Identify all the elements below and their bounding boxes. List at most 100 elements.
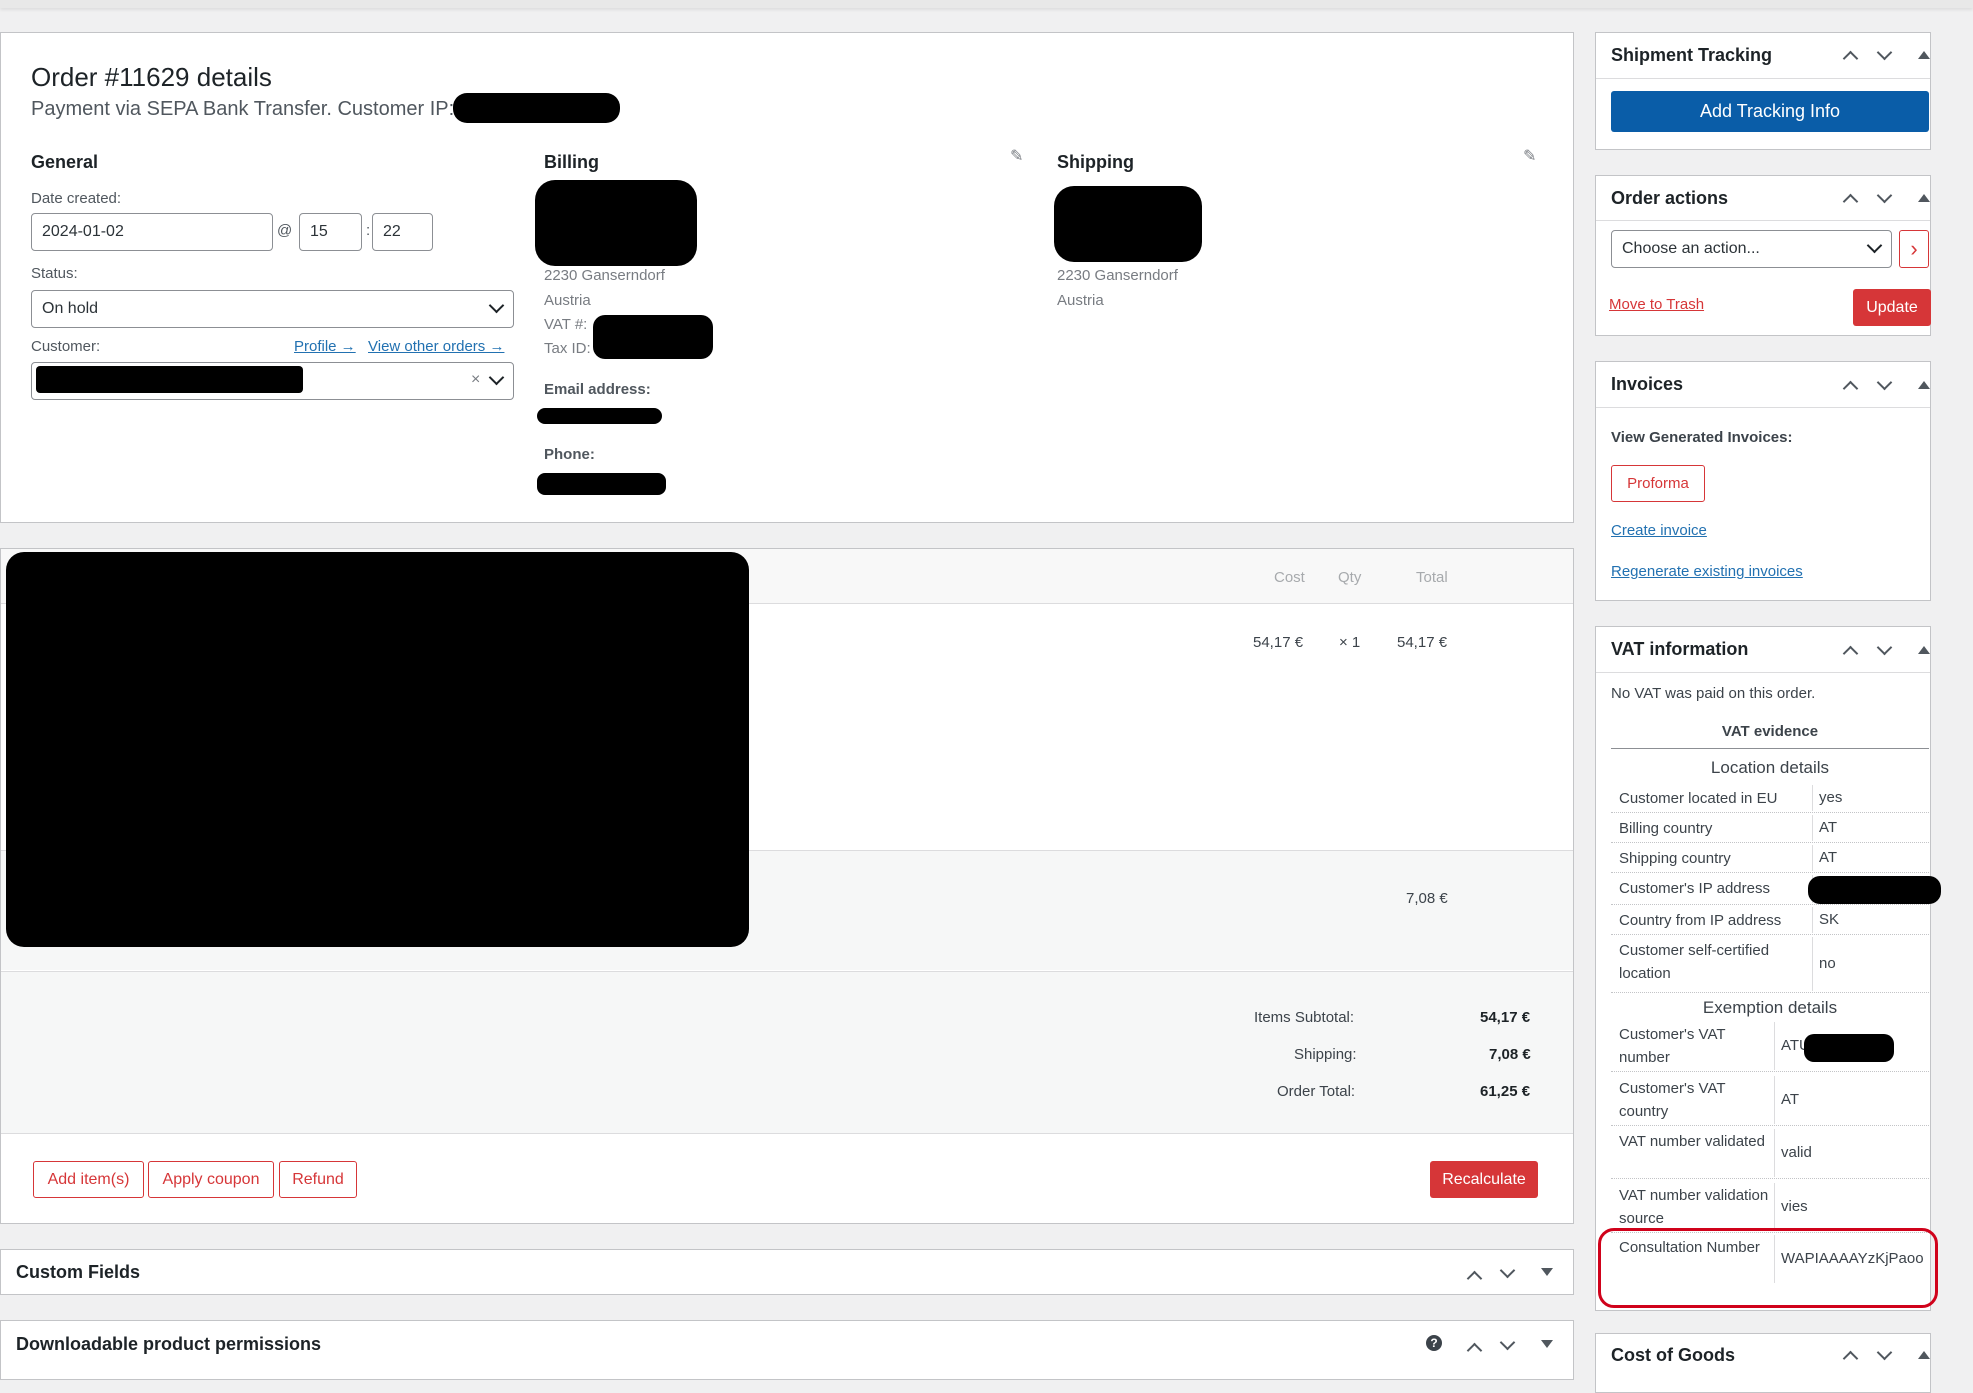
items-subtotal-label: Items Subtotal: (1254, 1009, 1355, 1026)
order-actions-title: Order actions (1611, 188, 1729, 208)
redacted-customer (36, 366, 303, 393)
vat-location-row: Customer self-certified location no (1611, 935, 1931, 993)
billing-tax-label: Tax ID: (544, 340, 591, 357)
vat-row-divider (1774, 1183, 1775, 1231)
move-to-trash-link[interactable]: Move to Trash (1609, 296, 1704, 313)
add-items-button[interactable]: Add item(s) (33, 1161, 144, 1198)
redacted-email (537, 408, 662, 424)
vat-exemption-row: VAT number validation source vies (1611, 1181, 1931, 1233)
regenerate-invoices-link[interactable]: Regenerate existing invoices (1611, 563, 1803, 580)
panel-divider (1596, 78, 1930, 79)
order-total-value: 61,25 € (1480, 1083, 1531, 1100)
vat-row-value: no (1819, 955, 1836, 972)
toggle-panel-icon[interactable] (1918, 1351, 1930, 1359)
billing-country: Austria (544, 292, 591, 309)
update-button[interactable]: Update (1853, 289, 1931, 326)
proforma-button[interactable]: Proforma (1611, 465, 1705, 502)
vat-location-row: Billing country AT (1611, 813, 1931, 843)
no-vat-text: No VAT was paid on this order. (1611, 685, 1816, 702)
billing-vat-label: VAT #: (544, 316, 588, 333)
toggle-panel-icon[interactable] (1918, 51, 1930, 59)
col-total: Total (1416, 569, 1448, 586)
vat-row-value: vies (1781, 1198, 1808, 1215)
vat-row-key: VAT number validation source (1619, 1187, 1769, 1227)
edit-shipping-pencil-icon[interactable]: ✎ (1523, 146, 1536, 166)
evidence-divider (1611, 748, 1929, 749)
clear-icon[interactable]: × (471, 371, 480, 389)
vat-row-key: VAT number validated (1619, 1133, 1765, 1150)
vat-row-value: valid (1781, 1144, 1812, 1161)
panel-divider (1596, 407, 1930, 408)
billing-city: 2230 Ganserndorf (544, 267, 665, 284)
shipping-line-total: 7,08 € (1406, 890, 1448, 907)
vat-exemption-row: VAT number validated valid (1611, 1127, 1931, 1179)
vat-location-row: Country from IP address SK (1611, 905, 1931, 935)
refund-button[interactable]: Refund (279, 1161, 357, 1198)
redacted-billing-address (535, 180, 697, 266)
email-label: Email address: (544, 381, 651, 398)
location-details-heading: Location details (1710, 758, 1830, 777)
toggle-panel-icon[interactable] (1918, 194, 1930, 202)
invoices-title: Invoices (1611, 374, 1684, 394)
custom-fields-panel[interactable] (0, 1249, 1574, 1295)
order-action-value: Choose an action... (1622, 240, 1760, 257)
vat-row-value: AT (1819, 819, 1838, 836)
edit-billing-pencil-icon[interactable]: ✎ (1010, 146, 1023, 166)
vat-location-row: Customer located in EU yes (1611, 783, 1931, 813)
toggle-panel-icon[interactable] (1541, 1340, 1553, 1348)
panel-divider (1596, 220, 1930, 221)
vat-row-divider (1774, 1076, 1775, 1124)
phone-label: Phone: (544, 446, 595, 463)
vat-row-divider (1812, 815, 1813, 841)
hour-input[interactable]: 15 (299, 213, 362, 251)
recalculate-button[interactable]: Recalculate (1430, 1161, 1538, 1198)
vat-row-divider (1774, 1129, 1775, 1177)
view-invoices-label: View Generated Invoices: (1611, 429, 1793, 446)
col-qty: Qty (1338, 569, 1362, 586)
vat-location-row: Shipping country AT (1611, 843, 1931, 873)
help-icon[interactable]: ? (1426, 1335, 1442, 1351)
vat-row-value: yes (1819, 789, 1843, 806)
profile-link[interactable]: Profile → (294, 338, 356, 355)
apply-action-button[interactable]: › (1899, 230, 1929, 268)
status-select[interactable]: On hold (31, 290, 514, 328)
vat-row-divider (1812, 907, 1813, 933)
date-created-input[interactable]: 2024-01-02 (31, 213, 273, 251)
panel-divider (1596, 672, 1930, 673)
redacted-item-details (6, 552, 749, 947)
toggle-panel-icon[interactable] (1918, 646, 1930, 654)
vat-exemption-row: Customer's VAT country AT (1611, 1074, 1931, 1126)
line-item-cost: 54,17 € (1253, 634, 1304, 651)
top-bar (0, 0, 1973, 8)
help-symbol: ? (1430, 1336, 1438, 1350)
redacted-phone (537, 473, 666, 495)
items-subtotal-value: 54,17 € (1480, 1009, 1531, 1026)
vat-row-key: Customer's VAT number (1619, 1026, 1726, 1066)
vat-row-value: SK (1819, 911, 1840, 928)
redacted-shipping-address (1054, 186, 1202, 262)
order-subtitle: Payment via SEPA Bank Transfer. Customer… (31, 98, 455, 120)
create-invoice-link[interactable]: Create invoice (1611, 522, 1707, 539)
vat-row-divider (1812, 845, 1813, 871)
toggle-panel-icon[interactable] (1918, 381, 1930, 389)
exemption-details-heading: Exemption details (1702, 998, 1838, 1017)
billing-heading: Billing (544, 152, 599, 172)
minute-input[interactable]: 22 (372, 213, 433, 251)
order-action-select[interactable]: Choose an action... (1611, 230, 1892, 268)
apply-coupon-button[interactable]: Apply coupon (148, 1161, 274, 1198)
shipping-total-value: 7,08 € (1489, 1046, 1531, 1063)
add-tracking-info-button[interactable]: Add Tracking Info (1611, 91, 1929, 132)
shipping-heading: Shipping (1057, 152, 1134, 172)
vat-row-key: Billing country (1619, 820, 1713, 837)
status-value: On hold (42, 300, 99, 317)
cost-of-goods-title: Cost of Goods (1611, 1345, 1735, 1365)
view-other-orders-link[interactable]: View other orders → (368, 338, 504, 355)
redacted-customer-ip (1808, 876, 1941, 904)
vat-row-key: Customer self-certified location (1619, 942, 1770, 982)
consultation-highlight-outline (1598, 1228, 1938, 1308)
shipping-country: Austria (1057, 292, 1104, 309)
shipment-tracking-title: Shipment Tracking (1611, 45, 1773, 65)
toggle-panel-icon[interactable] (1541, 1268, 1553, 1276)
redacted-tax-id (593, 315, 713, 359)
chevron-right-icon: › (1910, 236, 1918, 261)
